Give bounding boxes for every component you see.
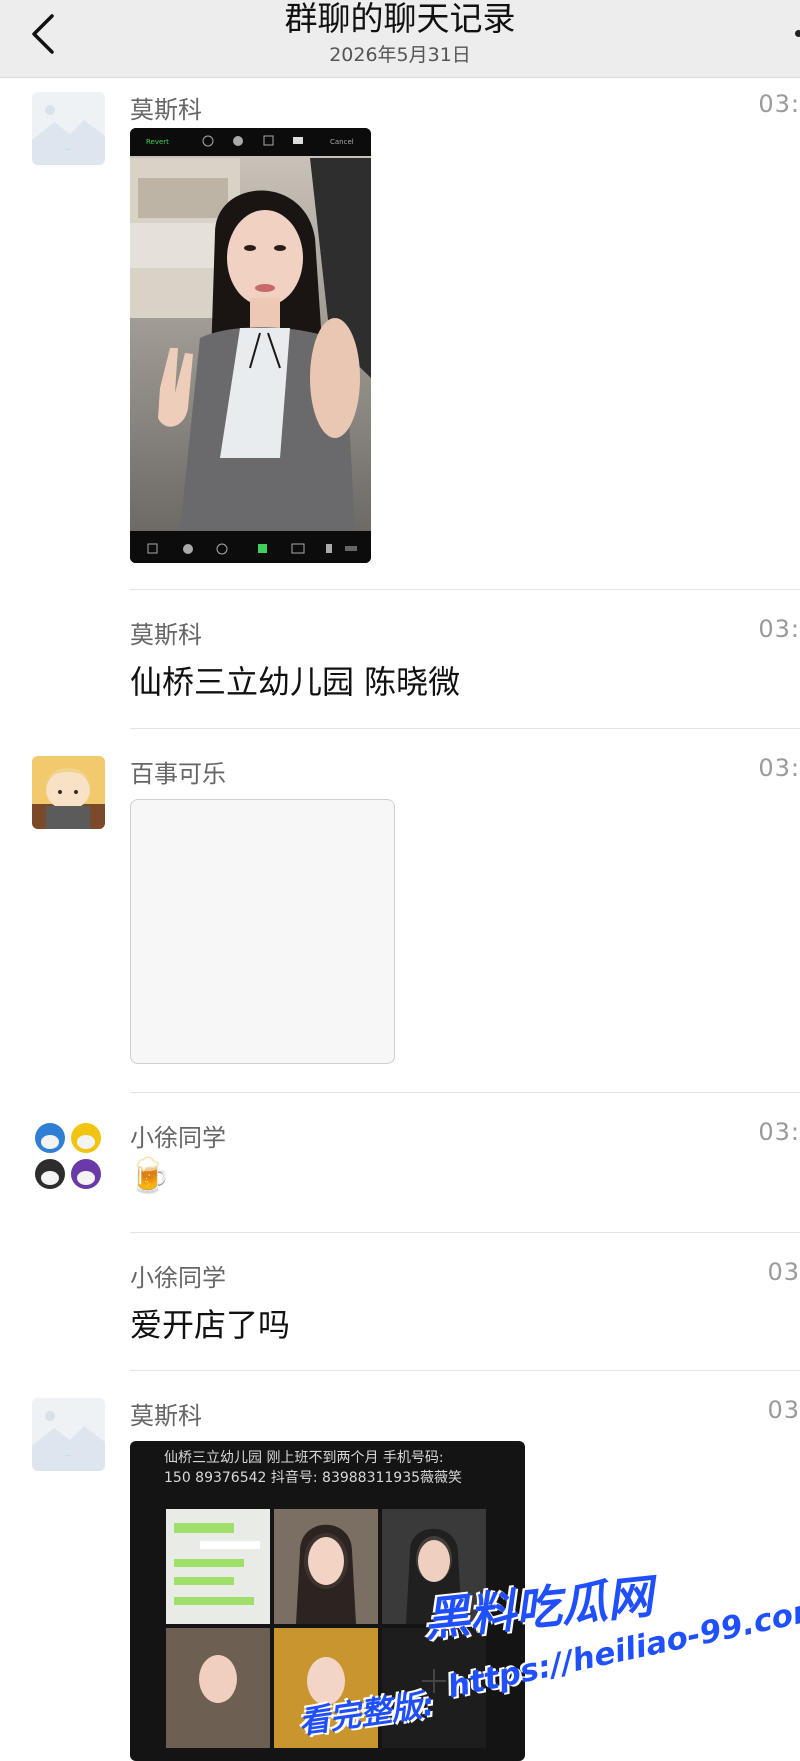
divider (130, 1232, 800, 1233)
image-placeholder[interactable] (130, 799, 395, 1064)
svg-text:···: ··· (65, 1453, 71, 1460)
chat-message: 小徐同学 03: 🍺 (0, 1108, 800, 1228)
message-time: 03: (758, 90, 800, 118)
message-text: 爱开店了吗 (130, 1306, 291, 1344)
page-subtitle: 2026年5月31日 (329, 44, 471, 66)
selfie-photo: Revert Cancel (130, 128, 371, 563)
sender-name: 小徐同学 (130, 1124, 226, 1152)
chat-message: 莫斯科 03: 仙桥三立幼儿园 陈晓微 (0, 605, 800, 725)
more-menu-icon[interactable] (795, 30, 800, 37)
photo-message[interactable]: Revert Cancel (130, 128, 371, 563)
title-bar: 群聊的聊天记录 2026年5月31日 (0, 0, 800, 78)
sender-name: 莫斯科 (130, 621, 202, 649)
message-time: 03: (758, 1118, 800, 1146)
avatar[interactable]: ··· (32, 92, 105, 165)
divider (130, 1092, 800, 1093)
sender-name: 莫斯科 (130, 96, 202, 124)
message-time: 03 (767, 1396, 800, 1424)
message-time: 03: (758, 754, 800, 782)
divider (130, 728, 800, 729)
avatar[interactable]: ··· (32, 1398, 105, 1471)
chat-message: ··· 莫斯科 03: Revert Cancel (0, 80, 800, 590)
cancel-label: Cancel (330, 138, 354, 146)
chat-message: 百事可乐 03: (0, 744, 800, 1084)
sender-name: 小徐同学 (130, 1264, 226, 1292)
sender-name: 莫斯科 (130, 1402, 202, 1430)
page-title: 群聊的聊天记录 (284, 0, 516, 38)
message-time: 03: (758, 615, 800, 643)
svg-text:···: ··· (65, 147, 71, 154)
cartoon-avatar-icon (32, 756, 105, 829)
avatar[interactable] (32, 756, 105, 829)
placeholder-image-icon: ··· (32, 92, 105, 165)
revert-label: Revert (146, 138, 169, 146)
divider (130, 589, 800, 590)
avatar[interactable] (32, 1120, 105, 1193)
sticker-grid-avatar-icon (32, 1120, 105, 1193)
beer-emoji: 🍺 (128, 1156, 171, 1196)
divider (130, 1370, 800, 1371)
message-text: 仙桥三立幼儿园 陈晓微 (130, 663, 461, 701)
chat-message: 小徐同学 03 爱开店了吗 (0, 1248, 800, 1368)
sender-name: 百事可乐 (130, 760, 226, 788)
placeholder-image-icon: ··· (32, 1398, 105, 1471)
message-time: 03 (767, 1258, 800, 1286)
